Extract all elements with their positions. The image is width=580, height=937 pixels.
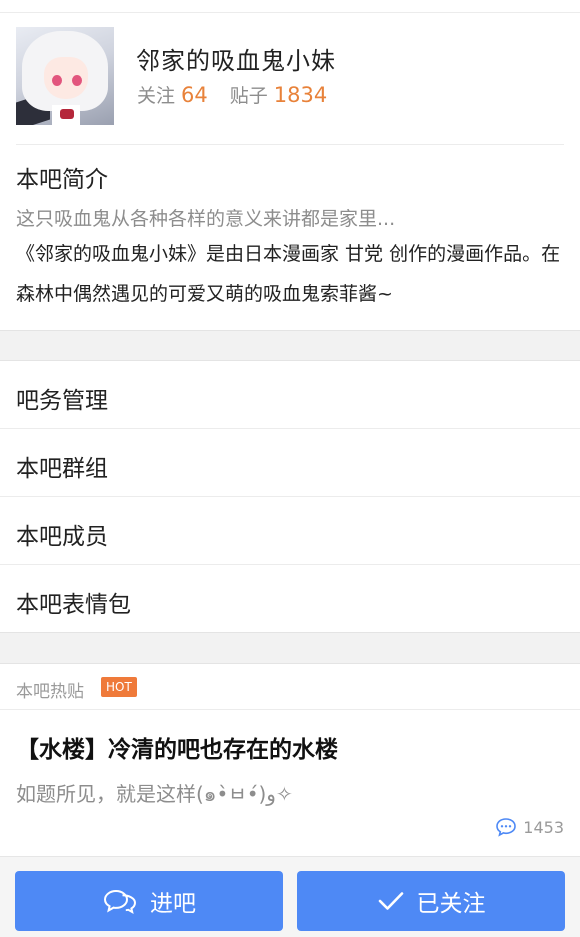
menu-item-forum-management[interactable]: 吧务管理 bbox=[0, 361, 580, 429]
menu-item-forum-groups[interactable]: 本吧群组 bbox=[0, 429, 580, 497]
hot-badge: HOT bbox=[101, 677, 137, 697]
menu-item-label: 本吧表情包 bbox=[16, 592, 131, 618]
reply-count-value: 1453 bbox=[523, 817, 564, 837]
hot-post-title[interactable]: 【水楼】冷清的吧也存在的水楼 bbox=[16, 730, 338, 764]
forum-avatar[interactable] bbox=[16, 27, 114, 125]
bottom-action-bar: 进吧 已关注 bbox=[0, 856, 580, 937]
checkmark-icon bbox=[378, 892, 403, 910]
forum-stats: 关注 64 贴子 1834 bbox=[137, 81, 327, 108]
posts-count: 1834 bbox=[273, 83, 328, 107]
posts-label: 贴子 bbox=[229, 85, 268, 107]
intro-summary: 这只吸血鬼从各种各样的意义来讲都是家里... bbox=[16, 208, 396, 230]
menu-item-forum-members[interactable]: 本吧成员 bbox=[0, 497, 580, 565]
menu-item-label: 本吧群组 bbox=[16, 456, 108, 482]
intro-body: 《邻家的吸血鬼小妹》是由日本漫画家 甘党 创作的漫画作品。在森林中偶然遇见的可爱… bbox=[16, 243, 561, 305]
section-separator bbox=[0, 632, 580, 664]
header-divider bbox=[16, 144, 564, 145]
follow-label: 关注 bbox=[137, 85, 176, 107]
followed-label: 已关注 bbox=[416, 891, 486, 917]
followed-button[interactable]: 已关注 bbox=[297, 871, 565, 931]
hot-post-excerpt[interactable]: 如题所见，就是这样(๑•̀ㅂ•́)و✧ bbox=[16, 778, 293, 810]
menu-item-label: 本吧成员 bbox=[16, 524, 108, 550]
forum-name: 邻家的吸血鬼小妹 bbox=[136, 47, 336, 75]
hot-posts-label: 本吧热贴 bbox=[16, 682, 84, 702]
menu-item-forum-stickers[interactable]: 本吧表情包 bbox=[0, 565, 580, 633]
forum-header: 邻家的吸血鬼小妹 关注 64 贴子 1834 bbox=[0, 13, 580, 145]
menu-item-label: 吧务管理 bbox=[16, 388, 108, 414]
comment-icon bbox=[496, 818, 517, 837]
section-separator bbox=[0, 330, 580, 361]
follow-count: 64 bbox=[181, 83, 208, 107]
hot-posts-header: 本吧热贴 bbox=[0, 664, 580, 710]
enter-forum-button[interactable]: 进吧 bbox=[15, 871, 283, 931]
intro-title: 本吧简介 bbox=[16, 167, 108, 193]
chat-bubbles-icon bbox=[103, 889, 137, 914]
reply-count: 1453 bbox=[495, 817, 564, 837]
enter-forum-label: 进吧 bbox=[150, 891, 196, 917]
